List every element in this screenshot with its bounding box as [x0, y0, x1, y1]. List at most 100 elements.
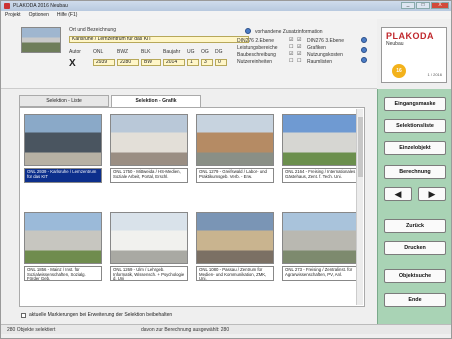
menu-hilfe[interactable]: Hilfe (F1) — [57, 12, 78, 18]
project-photo[interactable] — [196, 212, 274, 264]
og-field[interactable]: 3 — [201, 59, 213, 66]
project-thumbnail — [21, 27, 61, 53]
project-caption[interactable]: ONL 1279 - Greifswald / Labor- und Prakt… — [196, 168, 274, 183]
extra-check-3: ☑ — [289, 51, 294, 57]
col-ug: UG — [187, 49, 195, 55]
project-card[interactable]: ONL 1279 - Greifswald / Labor- und Prakt… — [196, 114, 274, 183]
logo-subtitle: Neubau — [386, 41, 404, 47]
info-icon-3 — [361, 57, 367, 63]
tab-selektion-grafik[interactable]: Selektion - Grafik — [111, 95, 201, 107]
project-caption[interactable]: ONL 1080 - Passau / Zentrum für Medien- … — [196, 266, 274, 281]
status-calculation-count: davon zur Berechnung ausgewählt: 280 — [141, 327, 230, 333]
keep-selection-option[interactable]: aktuelle Markierungen bei Erweiterung de… — [21, 312, 172, 318]
extra2-check-2: ☑ — [297, 44, 302, 50]
extra-label-2: Leistungsbereiche — [237, 45, 278, 51]
project-photo[interactable] — [24, 212, 102, 264]
extra-check-4: ☐ — [289, 58, 294, 64]
logo-badge: 16 — [392, 64, 406, 78]
project-photo[interactable] — [24, 114, 102, 166]
project-card[interactable]: ONL 2939 - Karlsruhe / Lernzentrum für d… — [24, 114, 102, 183]
tab-selektion-liste[interactable]: Selektion - Liste — [19, 95, 109, 107]
ende-button[interactable]: Ende — [384, 293, 446, 307]
prev-arrow-icon[interactable]: ◀ — [384, 187, 412, 201]
project-card[interactable]: ONL 273 - Freising / Zentralinst. für Ag… — [282, 212, 360, 281]
col-og: OG — [201, 49, 209, 55]
status-bar: 280 Objekte selektiert davon zur Berechn… — [1, 324, 451, 334]
menu-optionen[interactable]: Optionen — [29, 12, 49, 18]
project-header: Ort und Bezeichnung Karlsruhe / Lernzent… — [1, 19, 377, 89]
extra-label-4: Nutzereinheiten — [237, 59, 273, 65]
project-photo[interactable] — [110, 114, 188, 166]
next-arrow-icon[interactable]: ▶ — [418, 187, 446, 201]
extra2-label-2: Grafiken — [307, 45, 326, 51]
maximize-button[interactable]: □ — [416, 2, 430, 9]
onl-field[interactable]: 2939 — [93, 59, 115, 66]
view-tabs: Selektion - Liste Selektion - Grafik — [19, 95, 203, 107]
status-selected-count: 280 Objekte selektiert — [7, 327, 56, 333]
einzelobjekt-button[interactable]: Einzelobjekt — [384, 141, 446, 155]
keep-selection-label: aktuelle Markierungen bei Erweiterung de… — [29, 312, 173, 318]
dg-field[interactable]: 0 — [215, 59, 227, 66]
extra2-check-3: ☑ — [297, 51, 302, 57]
info-icon — [245, 28, 251, 34]
app-window: PLAKODA 2016 Neubau _ □ X Projekt Option… — [0, 0, 452, 339]
extra-info-title: vorhandene Zusatzinformation — [255, 29, 323, 35]
window-title: PLAKODA 2016 Neubau — [13, 3, 68, 9]
extra-label-1: DIN276 2.Ebene — [237, 38, 274, 44]
project-grid: ONL 2939 - Karlsruhe / Lernzentrum für d… — [19, 107, 365, 307]
objektsuche-button[interactable]: Objektsuche — [384, 269, 446, 283]
extra-check-1: ☑ — [289, 37, 294, 43]
scrollbar-thumb[interactable] — [358, 117, 363, 177]
minimize-button[interactable]: _ — [401, 2, 415, 9]
extra2-check-4: ☐ — [297, 58, 302, 64]
extra2-label-4: Raumlisten — [307, 59, 333, 65]
project-card[interactable]: ONL 1080 - Passau / Zentrum für Medien- … — [196, 212, 274, 281]
extra2-check-1: ☑ — [297, 37, 302, 43]
col-bwz: BWZ — [117, 49, 129, 55]
info-icon-2 — [361, 47, 367, 53]
location-label: Ort und Bezeichnung — [69, 27, 116, 33]
project-photo[interactable] — [282, 212, 360, 264]
col-dg: DG — [215, 49, 223, 55]
zurueck-button[interactable]: Zurück — [384, 219, 446, 233]
drucken-button[interactable]: Drucken — [384, 241, 446, 255]
project-card[interactable]: ONL 1856 - Mainz / Inst. für Sozialwisse… — [24, 212, 102, 281]
project-card[interactable]: ONL 1269 - Ulm / Lehrgeb. Informatik, Wi… — [110, 212, 188, 281]
project-caption[interactable]: ONL 1856 - Mainz / Inst. für Sozialwisse… — [24, 266, 102, 281]
menu-projekt[interactable]: Projekt — [5, 12, 21, 18]
project-photo[interactable] — [196, 114, 274, 166]
extra2-label-3: Nutzungskosten — [307, 52, 343, 58]
eingabemaske-button[interactable]: Eingangsmaske — [384, 97, 446, 111]
project-caption[interactable]: ONL 273 - Freising / Zentralinst. für Ag… — [282, 266, 360, 281]
menu-bar: Projekt Optionen Hilfe (F1) — [1, 11, 451, 19]
location-field[interactable]: Karlsruhe / Lernzentrum für das KIT — [69, 36, 249, 43]
app-icon — [4, 3, 10, 9]
project-photo[interactable] — [110, 212, 188, 264]
keep-selection-checkbox[interactable] — [21, 312, 26, 318]
project-photo[interactable] — [282, 114, 360, 166]
delete-icon[interactable]: X — [69, 58, 76, 69]
col-baujahr: Baujahr — [163, 49, 181, 55]
window-controls: _ □ X — [401, 2, 449, 9]
project-caption[interactable]: ONL 2939 - Karlsruhe / Lernzentrum für d… — [24, 168, 102, 183]
close-button[interactable]: X — [431, 2, 449, 9]
project-card[interactable]: ONL 1750 - Mittweida / HS-Medien, Sozial… — [110, 114, 188, 183]
grid-scrollbar[interactable] — [356, 109, 363, 305]
blk-field[interactable]: BW — [141, 59, 161, 66]
extra2-label-1: DIN276 3.Ebene — [307, 38, 344, 44]
ug-field[interactable]: 1 — [187, 59, 199, 66]
logo-brand: PLAKODA — [386, 31, 434, 41]
project-caption[interactable]: ONL 2164 - Freising / Internationales Gä… — [282, 168, 360, 183]
project-caption[interactable]: ONL 1269 - Ulm / Lehrgeb. Informatik, Wi… — [110, 266, 188, 281]
berechnung-button[interactable]: Berechnung — [384, 165, 446, 179]
baujahr-field[interactable]: 2014 — [163, 59, 185, 66]
col-autor: Autor — [69, 49, 81, 55]
project-card[interactable]: ONL 2164 - Freising / Internationales Gä… — [282, 114, 360, 183]
selektionsliste-button[interactable]: Selektionsliste — [384, 119, 446, 133]
plakoda-logo: PLAKODA Neubau 16 1 / 2016 — [381, 27, 447, 83]
project-caption[interactable]: ONL 1750 - Mittweida / HS-Medien, Sozial… — [110, 168, 188, 183]
action-sidebar: Eingangsmaske Selektionsliste Einzelobje… — [377, 89, 451, 325]
logo-date: 1 / 2016 — [427, 72, 442, 77]
bwz-field[interactable]: 2280 — [117, 59, 139, 66]
col-onl: ONL — [93, 49, 104, 55]
